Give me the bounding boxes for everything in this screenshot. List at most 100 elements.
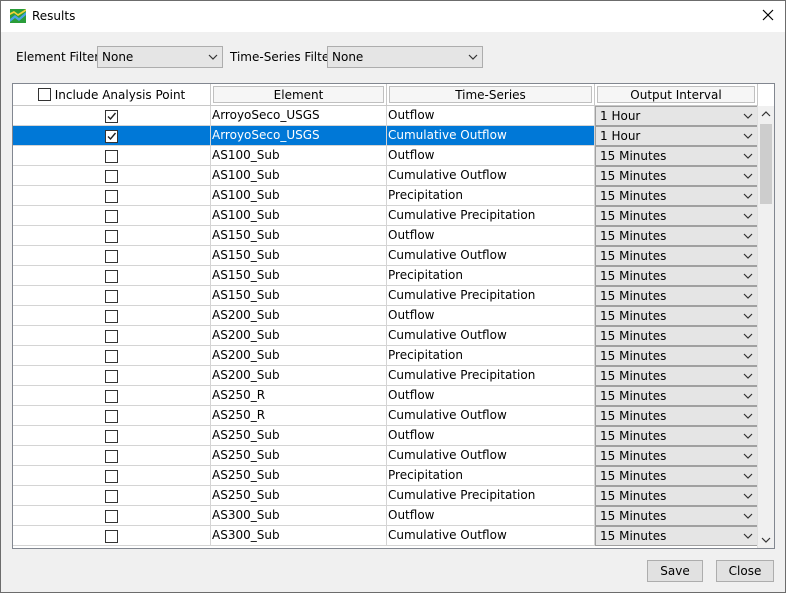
interval-select[interactable]: 15 Minutes — [595, 306, 758, 326]
include-checkbox[interactable] — [105, 510, 118, 523]
table-row[interactable]: AS150_Sub Precipitation 15 Minutes — [13, 266, 758, 286]
element-cell[interactable]: AS150_Sub — [211, 286, 387, 306]
timeseries-cell[interactable]: Precipitation — [387, 266, 595, 286]
include-all-checkbox[interactable] — [37, 88, 51, 101]
include-checkbox[interactable] — [105, 110, 118, 123]
scroll-up-icon[interactable] — [758, 106, 774, 123]
header-include[interactable]: Include Analysis Point — [13, 84, 211, 106]
table-row[interactable]: AS300_Sub Outflow 15 Minutes — [13, 506, 758, 526]
table-row[interactable]: AS100_Sub Precipitation 15 Minutes — [13, 186, 758, 206]
table-row[interactable]: AS200_Sub Cumulative Precipitation 15 Minu… — [13, 366, 758, 386]
element-cell[interactable]: AS150_Sub — [211, 246, 387, 266]
timeseries-cell[interactable]: Cumulative Precipitation — [387, 486, 595, 506]
interval-select[interactable]: 15 Minutes — [595, 206, 758, 226]
table-row[interactable]: ArroyoSeco_USGS Cumulative Outflow 1 Hour — [13, 126, 758, 146]
timeseries-cell[interactable]: Outflow — [387, 106, 595, 126]
include-checkbox[interactable] — [105, 330, 118, 343]
element-cell[interactable]: AS250_R — [211, 406, 387, 426]
table-row[interactable]: AS250_R Outflow 15 Minutes — [13, 386, 758, 406]
table-row[interactable]: AS250_Sub Cumulative Precipitation 15 Minu… — [13, 486, 758, 506]
interval-select[interactable]: 15 Minutes — [595, 326, 758, 346]
include-checkbox[interactable] — [105, 170, 118, 183]
interval-select[interactable]: 1 Hour — [595, 126, 758, 146]
include-checkbox[interactable] — [105, 130, 118, 143]
interval-select[interactable]: 15 Minutes — [595, 526, 758, 546]
timeseries-cell[interactable]: Outflow — [387, 506, 595, 526]
table-row[interactable]: AS250_R Cumulative Outflow 15 Minutes — [13, 406, 758, 426]
table-row[interactable]: AS100_Sub Cumulative Precipitation 15 Minu… — [13, 206, 758, 226]
include-checkbox[interactable] — [105, 450, 118, 463]
element-cell[interactable]: AS200_Sub — [211, 366, 387, 386]
interval-select[interactable]: 15 Minutes — [595, 286, 758, 306]
table-row[interactable]: AS100_Sub Cumulative Outflow 15 Minutes — [13, 166, 758, 186]
element-cell[interactable]: AS200_Sub — [211, 326, 387, 346]
table-row[interactable]: AS300_Sub Cumulative Outflow 15 Minutes — [13, 526, 758, 546]
table-row[interactable]: AS200_Sub Cumulative Outflow 15 Minutes — [13, 326, 758, 346]
timeseries-cell[interactable]: Outflow — [387, 426, 595, 446]
timeseries-cell[interactable]: Cumulative Precipitation — [387, 366, 595, 386]
element-cell[interactable]: AS250_R — [211, 386, 387, 406]
element-filter-select[interactable]: None — [97, 46, 223, 68]
timeseries-cell[interactable]: Outflow — [387, 386, 595, 406]
scroll-down-icon[interactable] — [758, 531, 774, 548]
element-cell[interactable]: AS250_Sub — [211, 426, 387, 446]
interval-select[interactable]: 15 Minutes — [595, 446, 758, 466]
include-checkbox[interactable] — [105, 230, 118, 243]
interval-select[interactable]: 15 Minutes — [595, 506, 758, 526]
close-button[interactable]: Close — [716, 560, 774, 582]
table-row[interactable]: AS150_Sub Cumulative Outflow 15 Minutes — [13, 246, 758, 266]
timeseries-cell[interactable]: Outflow — [387, 306, 595, 326]
interval-select[interactable]: 15 Minutes — [595, 386, 758, 406]
interval-select[interactable]: 15 Minutes — [595, 146, 758, 166]
element-cell[interactable]: AS300_Sub — [211, 506, 387, 526]
table-row[interactable]: AS250_Sub Outflow 15 Minutes — [13, 426, 758, 446]
timeseries-cell[interactable]: Cumulative Outflow — [387, 166, 595, 186]
header-element[interactable]: Element — [211, 84, 387, 106]
timeseries-cell[interactable]: Precipitation — [387, 466, 595, 486]
include-checkbox[interactable] — [105, 410, 118, 423]
interval-select[interactable]: 15 Minutes — [595, 246, 758, 266]
include-checkbox[interactable] — [105, 270, 118, 283]
interval-select[interactable]: 15 Minutes — [595, 346, 758, 366]
interval-select[interactable]: 15 Minutes — [595, 226, 758, 246]
include-checkbox[interactable] — [105, 190, 118, 203]
timeseries-cell[interactable]: Cumulative Outflow — [387, 326, 595, 346]
timeseries-cell[interactable]: Cumulative Precipitation — [387, 286, 595, 306]
include-checkbox[interactable] — [105, 390, 118, 403]
interval-select[interactable]: 15 Minutes — [595, 266, 758, 286]
timeseries-cell[interactable]: Cumulative Precipitation — [387, 206, 595, 226]
timeseries-cell[interactable]: Outflow — [387, 146, 595, 166]
table-row[interactable]: AS250_Sub Cumulative Outflow 15 Minutes — [13, 446, 758, 466]
table-row[interactable]: AS150_Sub Cumulative Precipitation 15 Minu… — [13, 286, 758, 306]
timeseries-cell[interactable]: Cumulative Outflow — [387, 246, 595, 266]
interval-select[interactable]: 15 Minutes — [595, 186, 758, 206]
include-checkbox[interactable] — [105, 150, 118, 163]
element-cell[interactable]: AS150_Sub — [211, 266, 387, 286]
element-cell[interactable]: AS100_Sub — [211, 186, 387, 206]
include-checkbox[interactable] — [105, 250, 118, 263]
element-cell[interactable]: AS250_Sub — [211, 466, 387, 486]
include-checkbox[interactable] — [105, 350, 118, 363]
timeseries-cell[interactable]: Cumulative Outflow — [387, 446, 595, 466]
timeseries-cell[interactable]: Precipitation — [387, 346, 595, 366]
include-checkbox[interactable] — [105, 430, 118, 443]
interval-select[interactable]: 15 Minutes — [595, 486, 758, 506]
element-cell[interactable]: AS200_Sub — [211, 306, 387, 326]
scrollbar-thumb[interactable] — [760, 124, 772, 204]
include-checkbox[interactable] — [105, 290, 118, 303]
element-cell[interactable]: ArroyoSeco_USGS — [211, 106, 387, 126]
table-row[interactable]: AS150_Sub Outflow 15 Minutes — [13, 226, 758, 246]
timeseries-cell[interactable]: Outflow — [387, 226, 595, 246]
vertical-scrollbar[interactable] — [757, 106, 774, 548]
table-row[interactable]: AS200_Sub Outflow 15 Minutes — [13, 306, 758, 326]
interval-select[interactable]: 1 Hour — [595, 106, 758, 126]
element-cell[interactable]: ArroyoSeco_USGS — [211, 126, 387, 146]
timeseries-cell[interactable]: Cumulative Outflow — [387, 526, 595, 546]
element-cell[interactable]: AS250_Sub — [211, 446, 387, 466]
include-checkbox[interactable] — [105, 210, 118, 223]
header-timeseries[interactable]: Time-Series — [387, 84, 595, 106]
interval-select[interactable]: 15 Minutes — [595, 166, 758, 186]
element-cell[interactable]: AS200_Sub — [211, 346, 387, 366]
include-checkbox[interactable] — [105, 370, 118, 383]
element-cell[interactable]: AS150_Sub — [211, 226, 387, 246]
